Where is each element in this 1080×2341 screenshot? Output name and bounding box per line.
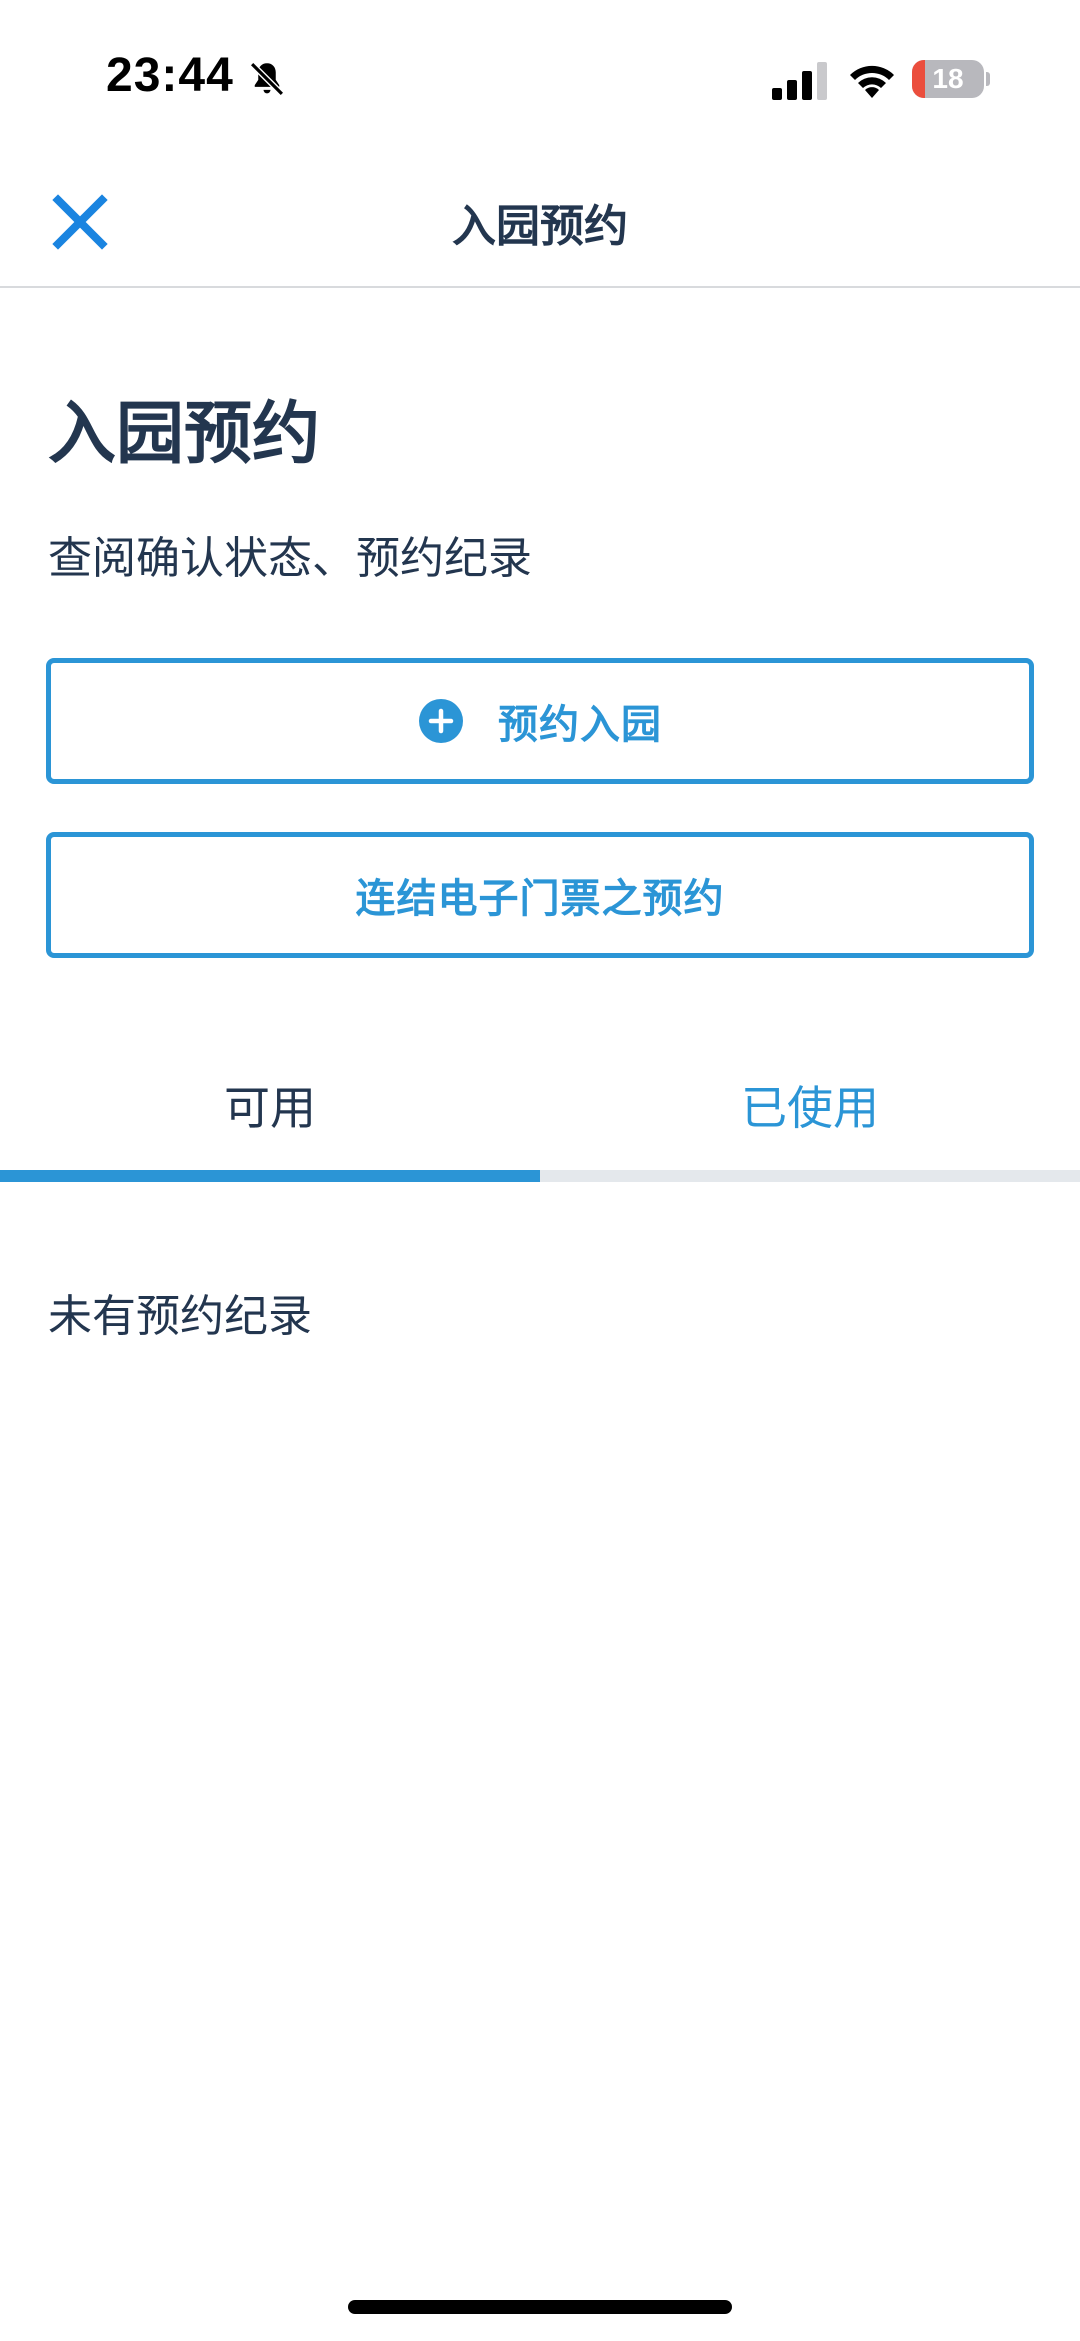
nav-header: 入园预约 (0, 140, 1080, 288)
battery-percentage: 18 (932, 63, 964, 94)
link-eticket-button[interactable]: 连结电子门票之预约 (46, 832, 1034, 958)
empty-state-message: 未有预约纪录 (48, 1291, 312, 1342)
tab-available[interactable]: 可用 (0, 1040, 540, 1170)
cellular-signal-icon (772, 62, 827, 100)
battery-icon: 18 (912, 60, 990, 98)
nav-title: 入园预约 (452, 201, 628, 252)
link-eticket-label: 连结电子门票之预约 (355, 876, 725, 922)
reserve-entry-button[interactable]: 预约入园 (46, 658, 1034, 784)
reserve-entry-label: 预约入园 (498, 702, 662, 748)
tab-active-indicator (0, 1170, 540, 1182)
status-bar: 23:44 18 (0, 0, 1080, 140)
home-indicator[interactable] (348, 2300, 732, 2314)
reservation-tabs: 可用 已使用 (0, 1040, 1080, 1182)
plus-circle-icon (419, 699, 463, 743)
bell-slash-icon (250, 62, 284, 96)
page-title: 入园预约 (48, 395, 321, 474)
page-subtitle: 查阅确认状态、预约纪录 (48, 533, 532, 584)
status-time: 23:44 (106, 49, 234, 102)
wifi-icon (850, 65, 894, 98)
tab-used[interactable]: 已使用 (540, 1040, 1080, 1170)
